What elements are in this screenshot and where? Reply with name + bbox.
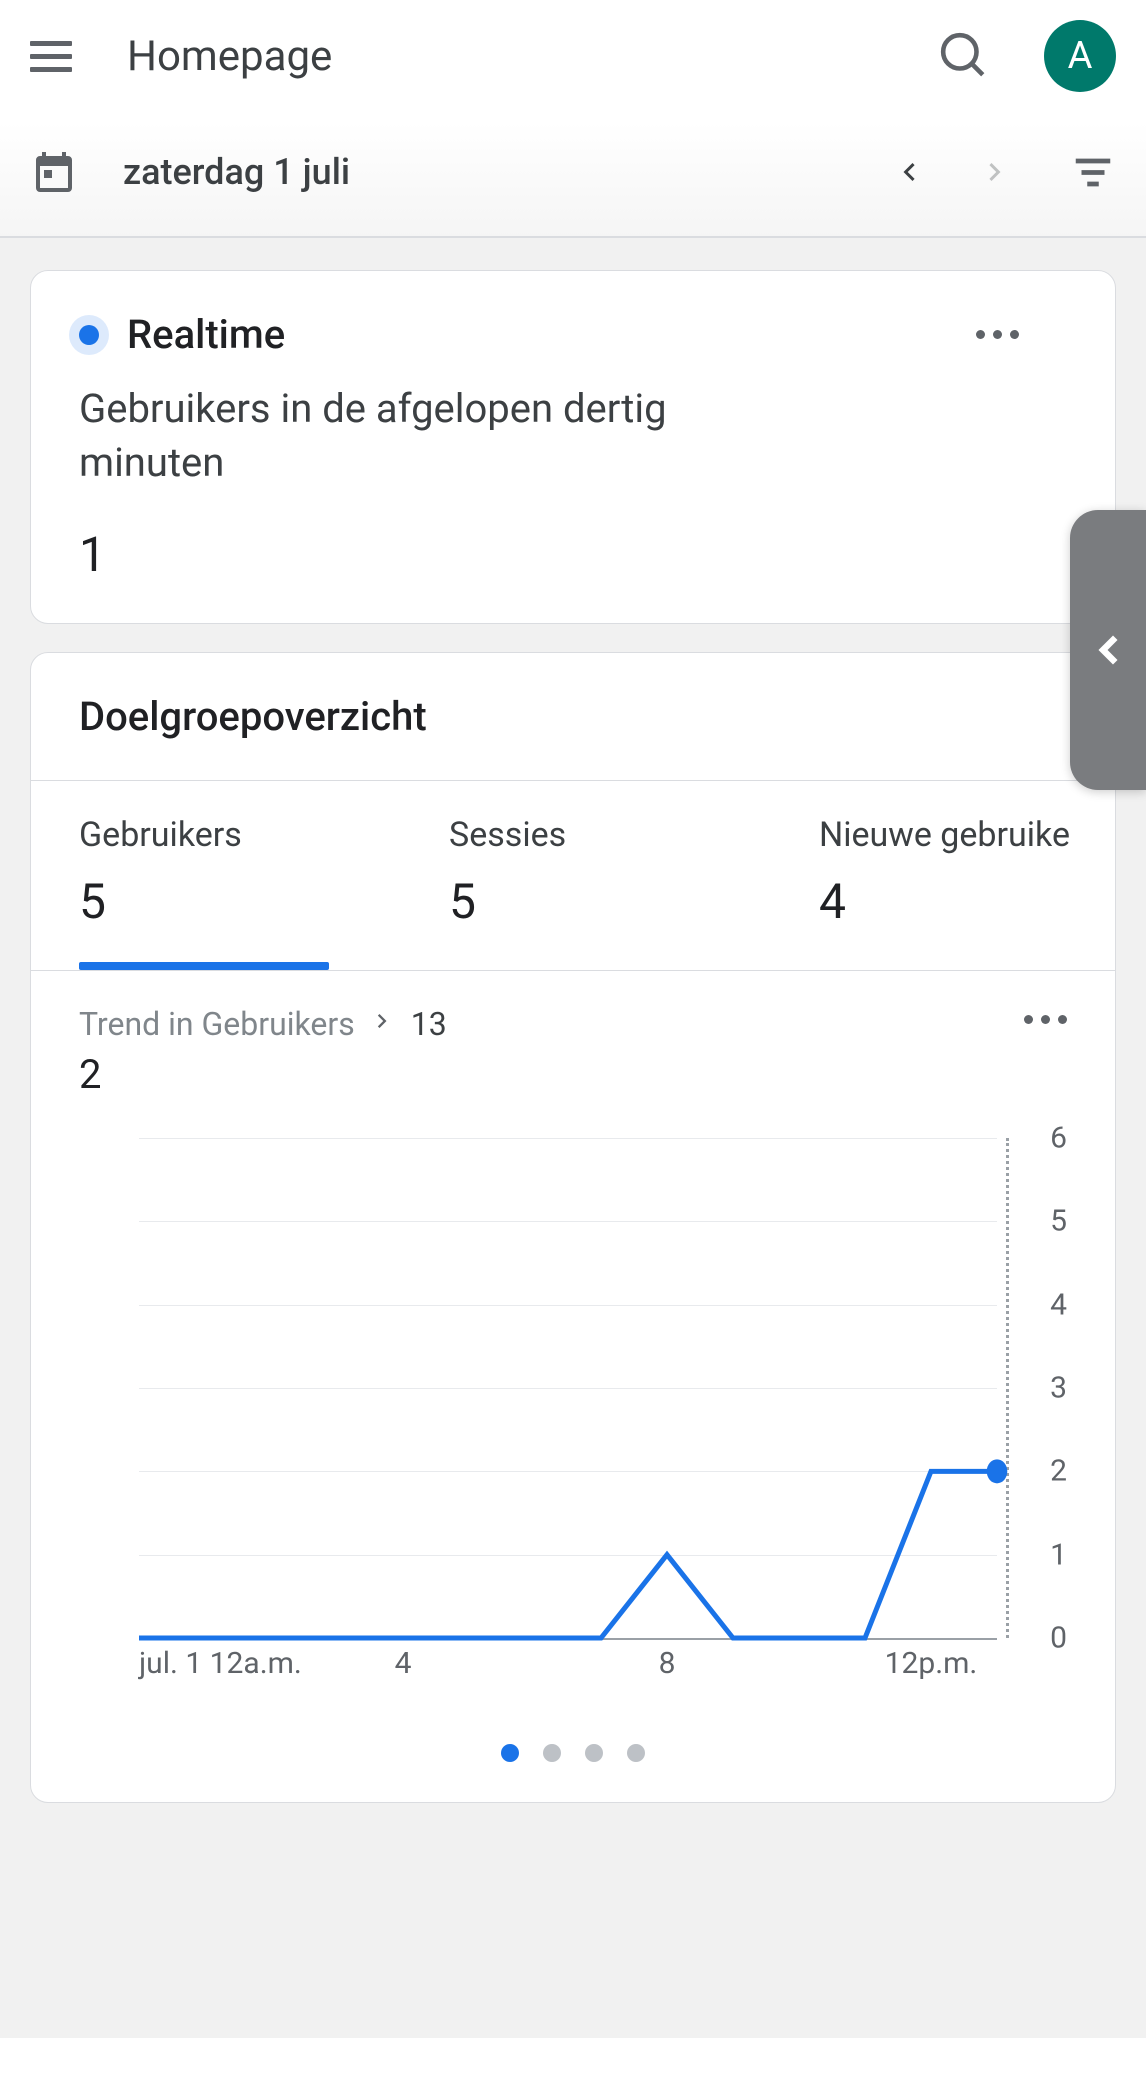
date-bar: zaterdag 1 juli [0, 122, 1146, 238]
next-day-button[interactable] [976, 152, 1016, 192]
tab-label: Sessies [449, 815, 771, 855]
avatar-initial: A [1068, 34, 1093, 78]
calendar-icon[interactable] [30, 148, 78, 196]
tab-gebruikers[interactable]: Gebruikers 5 [31, 781, 401, 970]
chevron-right-icon [369, 1005, 397, 1043]
pager-dot[interactable] [543, 1744, 561, 1762]
tab-label: Nieuwe gebruike [819, 815, 1115, 855]
y-tick: 3 [1050, 1371, 1067, 1406]
realtime-card: Realtime Gebruikers in de afgelopen dert… [30, 270, 1116, 624]
filter-icon[interactable] [1070, 149, 1116, 195]
user-avatar[interactable]: A [1044, 20, 1116, 92]
tab-sessies[interactable]: Sessies 5 [401, 781, 771, 970]
search-icon[interactable] [939, 31, 989, 81]
tab-value: 5 [79, 873, 401, 930]
realtime-title: Realtime [127, 311, 285, 358]
y-tick: 6 [1050, 1121, 1067, 1156]
tab-nieuwe-gebruikers[interactable]: Nieuwe gebruike 4 [771, 781, 1115, 970]
y-tick: 2 [1050, 1454, 1067, 1489]
hamburger-menu-icon[interactable] [30, 30, 82, 82]
pager-dot[interactable] [627, 1744, 645, 1762]
trend-total: 13 [411, 1005, 447, 1043]
overview-title: Doelgroepoverzicht [31, 653, 1115, 781]
trend-label: Trend in Gebruikers [79, 1005, 355, 1043]
page-title: Homepage [127, 32, 939, 81]
chart-pager [31, 1718, 1115, 1802]
realtime-more-button[interactable] [976, 330, 1019, 339]
selected-date[interactable]: zaterdag 1 juli [123, 151, 864, 193]
top-bar: Homepage A [0, 0, 1146, 122]
trend-header: Trend in Gebruikers 13 2 [31, 971, 1115, 1118]
side-drawer-handle[interactable] [1070, 510, 1146, 790]
metric-tabs: Gebruikers 5 Sessies 5 Nieuwe gebruike 4 [31, 781, 1115, 971]
realtime-subtitle: Gebruikers in de afgelopen dertig minute… [79, 382, 799, 490]
y-tick: 0 [1050, 1621, 1067, 1656]
trend-current: 2 [79, 1051, 1067, 1098]
tab-value: 4 [819, 873, 1115, 930]
pager-dot[interactable] [585, 1744, 603, 1762]
live-indicator-icon [79, 325, 99, 345]
x-tick: jul. 1 12a.m. [139, 1646, 302, 1681]
realtime-value: 1 [79, 526, 1067, 583]
y-tick: 4 [1050, 1287, 1067, 1322]
tab-value: 5 [449, 873, 771, 930]
pager-dot[interactable] [501, 1744, 519, 1762]
prev-day-button[interactable] [888, 152, 928, 192]
trend-chart: 0123456jul. 1 12a.m.4812p.m. [31, 1138, 1115, 1718]
x-tick: 8 [659, 1646, 676, 1681]
overview-card: Doelgroepoverzicht Gebruikers 5 Sessies … [30, 652, 1116, 1803]
y-tick: 1 [1050, 1537, 1067, 1572]
x-tick: 12p.m. [885, 1646, 978, 1681]
x-tick: 4 [395, 1646, 412, 1681]
tab-label: Gebruikers [79, 815, 401, 855]
trend-more-button[interactable] [1024, 1015, 1067, 1024]
y-tick: 5 [1050, 1204, 1067, 1239]
